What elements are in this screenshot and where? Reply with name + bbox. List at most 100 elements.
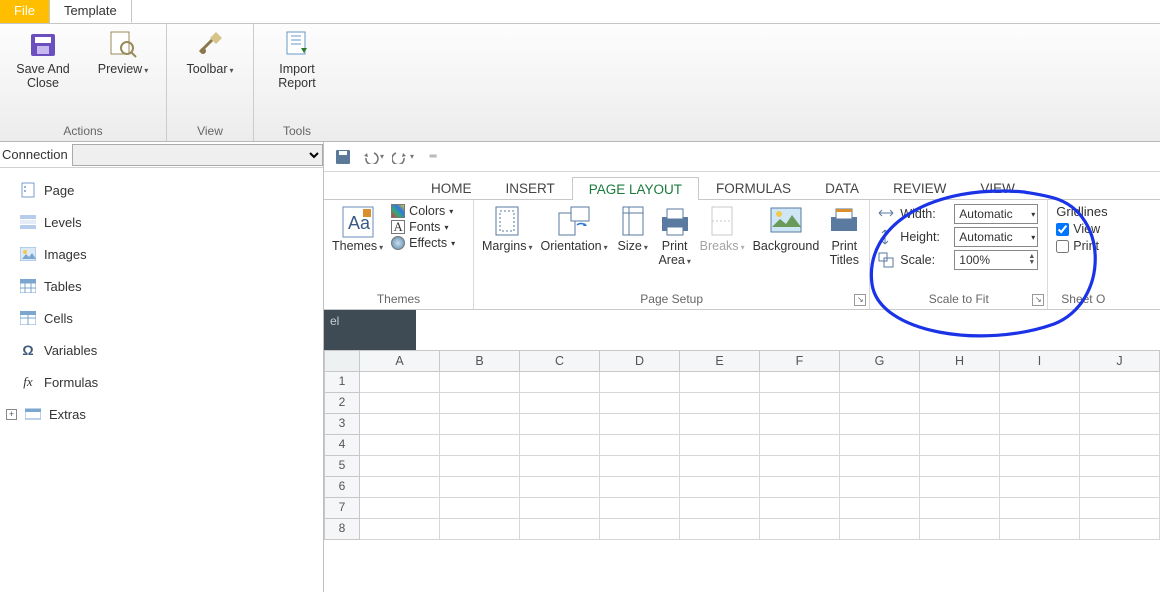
- breaks-button[interactable]: Breaks: [700, 204, 745, 254]
- cell[interactable]: [920, 456, 1000, 477]
- cell[interactable]: [520, 477, 600, 498]
- size-button[interactable]: Size: [616, 204, 650, 254]
- cell[interactable]: [840, 456, 920, 477]
- cell[interactable]: [1000, 393, 1080, 414]
- row-header[interactable]: 3: [324, 414, 360, 435]
- qat-redo-button[interactable]: ▾: [390, 146, 416, 168]
- tree-item-levels[interactable]: Levels: [4, 206, 319, 238]
- cell[interactable]: [600, 414, 680, 435]
- cell[interactable]: [600, 477, 680, 498]
- col-header[interactable]: F: [760, 350, 840, 372]
- qat-customize-button[interactable]: ═: [420, 146, 446, 168]
- cell[interactable]: [360, 456, 440, 477]
- cell[interactable]: [840, 477, 920, 498]
- cell[interactable]: [1080, 456, 1160, 477]
- cell[interactable]: [680, 393, 760, 414]
- tree-item-images[interactable]: Images: [4, 238, 319, 270]
- cell[interactable]: [840, 519, 920, 540]
- col-header[interactable]: A: [360, 350, 440, 372]
- cell[interactable]: [520, 435, 600, 456]
- cell[interactable]: [360, 414, 440, 435]
- cell[interactable]: [360, 435, 440, 456]
- gridlines-print-checkbox[interactable]: Print: [1056, 239, 1110, 253]
- import-report-button[interactable]: ImportReport: [264, 28, 330, 91]
- cell[interactable]: [840, 393, 920, 414]
- cell[interactable]: [1000, 519, 1080, 540]
- cell[interactable]: [1000, 456, 1080, 477]
- tab-page-layout[interactable]: PAGE LAYOUT: [572, 177, 699, 200]
- cell[interactable]: [920, 435, 1000, 456]
- cell[interactable]: [1080, 414, 1160, 435]
- cell[interactable]: [520, 498, 600, 519]
- tree-item-extras[interactable]: + Extras: [4, 398, 319, 430]
- toolbar-button[interactable]: Toolbar: [177, 28, 243, 76]
- cell[interactable]: [920, 393, 1000, 414]
- tab-review[interactable]: REVIEW: [876, 176, 963, 199]
- cell[interactable]: [760, 498, 840, 519]
- row-header[interactable]: 4: [324, 435, 360, 456]
- row-header[interactable]: 8: [324, 519, 360, 540]
- cell[interactable]: [600, 456, 680, 477]
- scale-launcher[interactable]: ↘: [1032, 294, 1044, 306]
- tree-item-cells[interactable]: Cells: [4, 302, 319, 334]
- cell[interactable]: [520, 393, 600, 414]
- expand-icon[interactable]: +: [6, 409, 17, 420]
- background-button[interactable]: Background: [753, 204, 820, 254]
- col-header[interactable]: D: [600, 350, 680, 372]
- cell[interactable]: [600, 519, 680, 540]
- cell[interactable]: [1080, 372, 1160, 393]
- row-header[interactable]: 1: [324, 372, 360, 393]
- cell[interactable]: [600, 372, 680, 393]
- cell[interactable]: [440, 519, 520, 540]
- col-header[interactable]: I: [1000, 350, 1080, 372]
- tab-insert[interactable]: INSERT: [489, 176, 572, 199]
- cell[interactable]: [920, 372, 1000, 393]
- tab-home[interactable]: HOME: [414, 176, 489, 199]
- cell[interactable]: [600, 393, 680, 414]
- cell[interactable]: [840, 414, 920, 435]
- worksheet-grid[interactable]: A B C D E F G H I J 12345678: [324, 350, 1160, 540]
- cell[interactable]: [360, 477, 440, 498]
- cell[interactable]: [520, 456, 600, 477]
- cell[interactable]: [680, 414, 760, 435]
- cell[interactable]: [920, 519, 1000, 540]
- qat-save-button[interactable]: [330, 146, 356, 168]
- tab-template[interactable]: Template: [50, 0, 132, 23]
- tree-item-page[interactable]: Page: [4, 174, 319, 206]
- cell[interactable]: [600, 498, 680, 519]
- cell[interactable]: [440, 498, 520, 519]
- cell[interactable]: [680, 519, 760, 540]
- cell[interactable]: [360, 372, 440, 393]
- effects-button[interactable]: Effects▾: [391, 236, 455, 250]
- cell[interactable]: [760, 393, 840, 414]
- cell[interactable]: [680, 456, 760, 477]
- width-select[interactable]: Automatic▾: [954, 204, 1038, 224]
- row-header[interactable]: 7: [324, 498, 360, 519]
- cell[interactable]: [440, 414, 520, 435]
- cell[interactable]: [760, 372, 840, 393]
- select-all-corner[interactable]: [324, 350, 360, 372]
- cell[interactable]: [520, 414, 600, 435]
- tab-formulas[interactable]: FORMULAS: [699, 176, 808, 199]
- colors-button[interactable]: Colors▾: [391, 204, 455, 218]
- fonts-button[interactable]: AFonts▾: [391, 220, 455, 234]
- col-header[interactable]: J: [1080, 350, 1160, 372]
- cell[interactable]: [840, 372, 920, 393]
- cell[interactable]: [1080, 477, 1160, 498]
- cell[interactable]: [1000, 477, 1080, 498]
- tree-item-formulas[interactable]: fx Formulas: [4, 366, 319, 398]
- cell[interactable]: [920, 477, 1000, 498]
- print-titles-button[interactable]: PrintTitles: [827, 204, 861, 268]
- preview-button[interactable]: Preview: [90, 28, 156, 91]
- print-area-button[interactable]: PrintArea: [658, 204, 692, 268]
- cell[interactable]: [920, 498, 1000, 519]
- cell[interactable]: [680, 435, 760, 456]
- cell[interactable]: [1000, 414, 1080, 435]
- cell[interactable]: [520, 519, 600, 540]
- cell[interactable]: [680, 477, 760, 498]
- cell[interactable]: [760, 477, 840, 498]
- cell[interactable]: [1000, 498, 1080, 519]
- cell[interactable]: [760, 456, 840, 477]
- page-setup-launcher[interactable]: ↘: [854, 294, 866, 306]
- cell[interactable]: [360, 498, 440, 519]
